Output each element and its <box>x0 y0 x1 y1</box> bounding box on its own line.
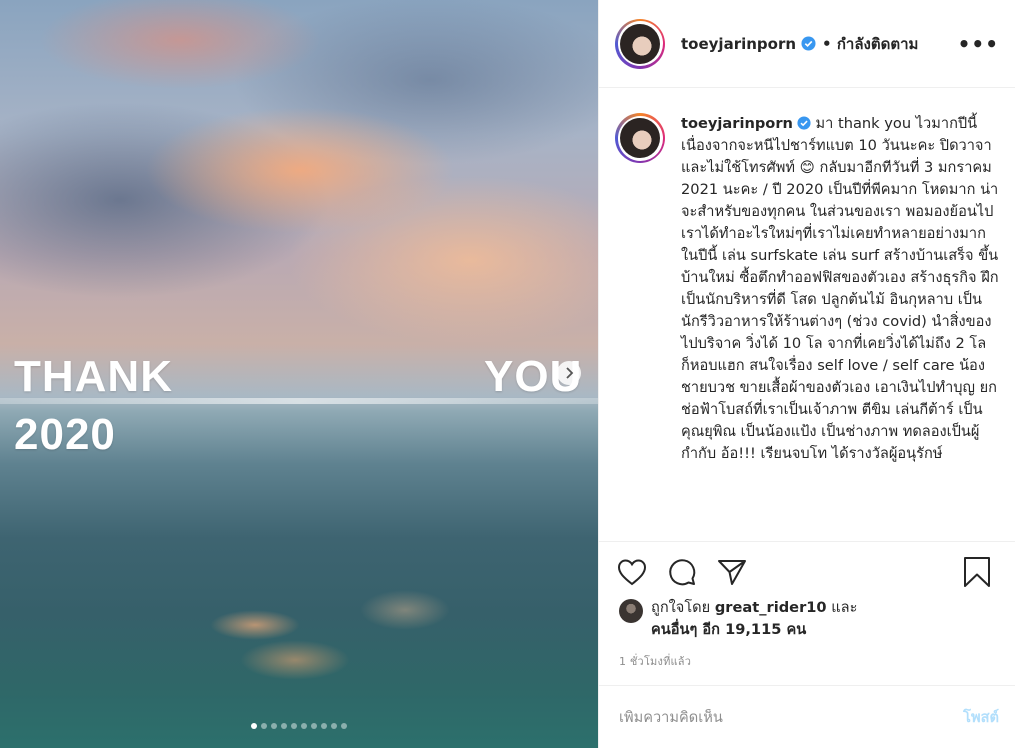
carousel-dot <box>321 723 327 729</box>
liked-by-and: และ <box>826 599 858 616</box>
carousel-dot <box>341 723 347 729</box>
likes-summary: ถูกใจโดย great_rider10 และ คนอื่นๆ อีก 1… <box>619 597 999 641</box>
carousel-dot <box>251 723 257 729</box>
water-reflection <box>240 640 350 680</box>
carousel-dot <box>331 723 337 729</box>
comment-bar: โพสต์ <box>599 685 1015 748</box>
caption-username[interactable]: toeyjarinporn <box>681 115 793 132</box>
following-status[interactable]: • กำลังติดตาม <box>822 32 918 56</box>
water-reflection <box>360 590 450 630</box>
post-header: toeyjarinporn • กำลังติดตาม ••• <box>599 0 1015 88</box>
carousel-dot <box>291 723 297 729</box>
caption-avatar[interactable] <box>615 113 665 163</box>
media-text-thank: THANK <box>14 352 173 401</box>
liker-username[interactable]: great_rider10 <box>715 599 827 616</box>
comment-button[interactable] <box>667 556 703 588</box>
send-icon <box>718 560 746 585</box>
comment-icon <box>669 559 696 586</box>
verified-badge-icon <box>797 116 811 130</box>
carousel-dot <box>281 723 287 729</box>
likes-others-link[interactable]: คนอื่นๆ อีก 19,115 คน <box>651 621 806 638</box>
avatar-image <box>620 23 660 64</box>
caption-area: toeyjarinporn มา thank you ไวมากปีนี้ เน… <box>599 89 1015 541</box>
like-button[interactable] <box>617 556 653 588</box>
verified-badge-icon <box>801 36 816 51</box>
media-text-year: 2020 <box>14 410 116 459</box>
carousel-dot <box>301 723 307 729</box>
next-slide-button[interactable] <box>557 361 581 385</box>
carousel-dots <box>0 723 598 729</box>
avatar-image <box>620 118 660 158</box>
carousel-dot <box>261 723 267 729</box>
post-comment-button[interactable]: โพสต์ <box>963 706 999 729</box>
chevron-right-icon <box>566 367 574 379</box>
avatar[interactable] <box>615 18 665 69</box>
carousel-dot <box>311 723 317 729</box>
more-options-icon[interactable]: ••• <box>958 32 999 56</box>
caption-text: toeyjarinporn มา thank you ไวมากปีนี้ เน… <box>681 113 999 465</box>
action-bar <box>599 541 1015 603</box>
save-button[interactable] <box>963 556 999 588</box>
carousel-dot <box>271 723 277 729</box>
smile-emoji-icon: 😊 <box>799 159 815 176</box>
heart-icon <box>617 559 647 586</box>
liker-avatar[interactable] <box>619 599 643 623</box>
post-timestamp[interactable]: 1 ชั่วโมงที่แล้ว <box>619 652 691 670</box>
post-media[interactable]: THANK 2020 YOU <box>0 0 598 748</box>
water-reflection <box>210 610 300 640</box>
share-button[interactable] <box>717 556 753 588</box>
liked-by-prefix: ถูกใจโดย <box>651 599 715 616</box>
comment-input[interactable] <box>619 708 964 726</box>
post-panel: toeyjarinporn • กำลังติดตาม ••• toeyjari… <box>598 0 1015 748</box>
bookmark-icon <box>964 557 990 587</box>
caption-body-part2: กลับมาอีกทีวันที่ 3 มกราคม 2021 นะคะ / ป… <box>681 159 999 462</box>
header-username[interactable]: toeyjarinporn <box>681 35 796 53</box>
